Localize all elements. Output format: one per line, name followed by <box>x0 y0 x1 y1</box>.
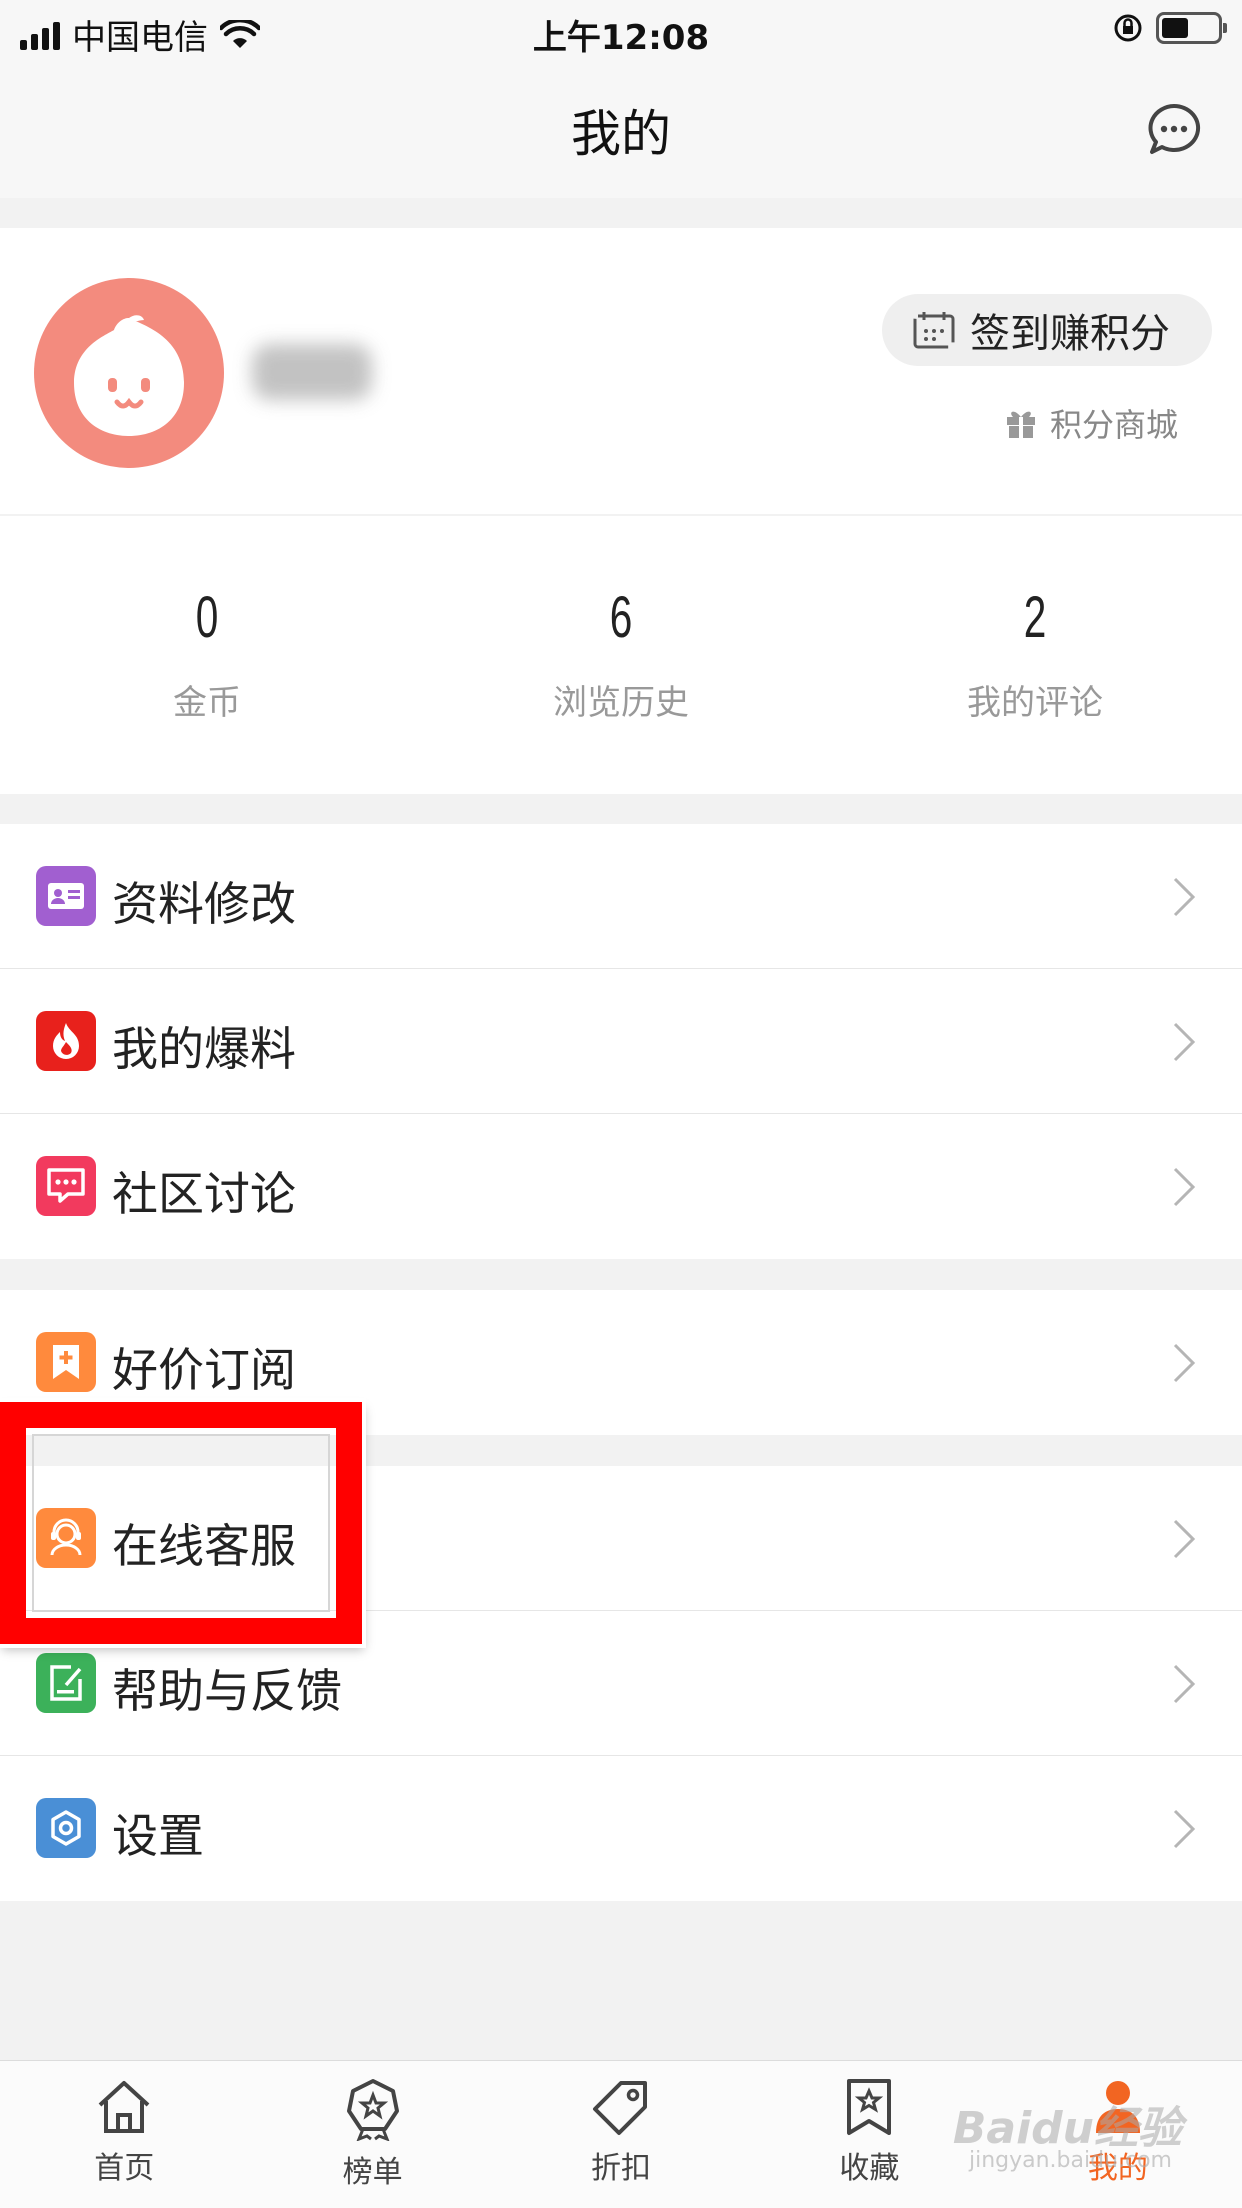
menu-item-help-feedback[interactable]: 帮助与反馈 <box>0 1611 1242 1756</box>
stat-history[interactable]: 6 浏览历史 <box>414 516 828 794</box>
stat-label: 金币 <box>173 683 241 723</box>
profile-card-icon <box>36 866 96 926</box>
menu-item-label: 帮助与反馈 <box>112 1664 342 1718</box>
stat-coins[interactable]: 0 金币 <box>0 516 414 794</box>
menu-item-edit-profile[interactable]: 资料修改 <box>0 824 1242 969</box>
tab-ranking[interactable]: 榜单 <box>248 2061 496 2208</box>
menu-item-label: 好价订阅 <box>112 1343 296 1397</box>
battery-icon <box>1156 12 1227 44</box>
watermark-logo: Baidu经验 <box>952 2103 1182 2154</box>
menu-group-3: 在线客服 帮助与反馈 设置 <box>0 1466 1242 1901</box>
clock: 上午12:08 <box>532 18 710 58</box>
chevron-right-icon <box>1173 1519 1196 1559</box>
chevron-right-icon <box>1173 1022 1196 1062</box>
points-mall-label: 积分商城 <box>1049 406 1178 444</box>
tab-home[interactable]: 首页 <box>0 2061 248 2208</box>
rotation-lock-icon <box>1114 14 1142 42</box>
gift-icon <box>1006 411 1035 438</box>
menu-item-customer-service[interactable]: 在线客服 <box>0 1466 1242 1611</box>
calendar-icon <box>913 312 955 349</box>
checkin-label: 签到赚积分 <box>970 311 1170 357</box>
menu-group-2: 好价订阅 <box>0 1290 1242 1435</box>
stat-value: 2 <box>1023 585 1047 650</box>
stat-value: 6 <box>609 585 633 650</box>
points-mall-link[interactable]: 积分商城 <box>1004 400 1178 446</box>
status-bar: 中国电信 上午12:08 <box>0 0 1242 64</box>
chevron-right-icon <box>1173 1343 1196 1383</box>
stat-label: 我的评论 <box>967 683 1103 723</box>
menu-item-label: 我的爆料 <box>112 1022 296 1076</box>
menu-group-1: 资料修改 我的爆料 社区讨论 <box>0 824 1242 1259</box>
tab-label: 收藏 <box>839 2151 900 2186</box>
stats-section: 0 金币 6 浏览历史 2 我的评论 <box>0 516 1242 794</box>
flame-icon <box>36 1011 96 1071</box>
tab-label: 折扣 <box>591 2151 652 2186</box>
menu-item-label: 资料修改 <box>112 877 296 931</box>
customer-service-icon <box>36 1508 96 1568</box>
profile-section: 签到赚积分 积分商城 <box>0 228 1242 514</box>
menu-item-deal-subscription[interactable]: 好价订阅 <box>0 1290 1242 1435</box>
tab-label: 榜单 <box>342 2155 403 2190</box>
feedback-icon <box>36 1653 96 1713</box>
favorite-icon <box>847 2079 892 2135</box>
chevron-right-icon <box>1173 877 1196 917</box>
stat-comments[interactable]: 2 我的评论 <box>828 516 1242 794</box>
tab-label: 首页 <box>94 2151 155 2186</box>
menu-item-label: 社区讨论 <box>112 1167 296 1221</box>
home-icon <box>98 2081 150 2133</box>
username-blurred <box>252 344 372 400</box>
ranking-icon <box>346 2079 399 2141</box>
stat-value: 0 <box>195 585 219 650</box>
menu-item-label: 设置 <box>112 1809 204 1863</box>
nav-bar: 我的 <box>0 64 1242 198</box>
avatar[interactable] <box>34 278 224 468</box>
bookmark-plus-icon <box>36 1332 96 1392</box>
menu-item-community[interactable]: 社区讨论 <box>0 1114 1242 1259</box>
tag-icon <box>593 2081 648 2135</box>
message-icon[interactable] <box>1146 102 1202 158</box>
avatar-mascot-icon <box>74 315 184 436</box>
menu-item-label: 在线客服 <box>112 1519 296 1573</box>
menu-item-my-tips[interactable]: 我的爆料 <box>0 969 1242 1114</box>
stat-label: 浏览历史 <box>553 683 689 723</box>
tab-discount[interactable]: 折扣 <box>497 2061 745 2208</box>
chevron-right-icon <box>1173 1809 1196 1849</box>
chat-bubble-icon <box>36 1156 96 1216</box>
page-title: 我的 <box>571 105 671 163</box>
checkin-button[interactable]: 签到赚积分 <box>882 294 1212 366</box>
chevron-right-icon <box>1173 1664 1196 1704</box>
menu-item-settings[interactable]: 设置 <box>0 1756 1242 1901</box>
chevron-right-icon <box>1173 1167 1196 1207</box>
watermark-url: jingyan.baidu.com <box>968 2148 1172 2173</box>
settings-icon <box>36 1798 96 1858</box>
